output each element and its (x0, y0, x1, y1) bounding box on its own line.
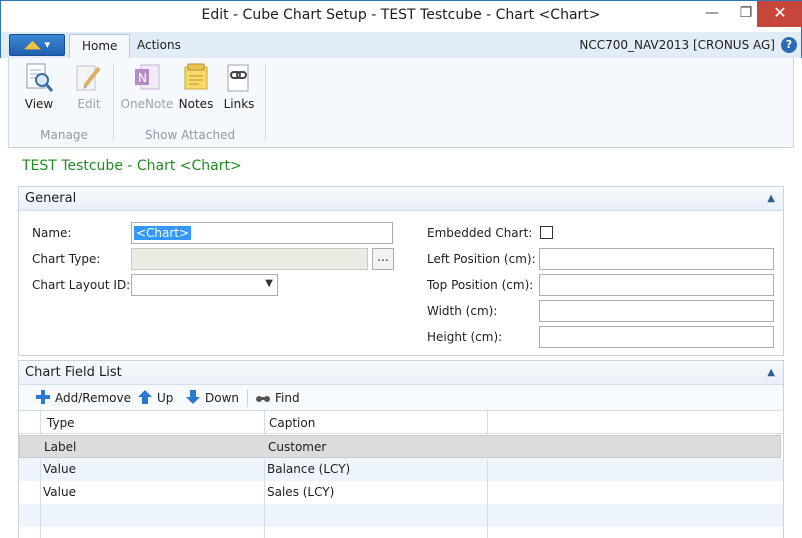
edit-icon (76, 65, 101, 91)
title-bar: Edit - Cube Chart Setup - TEST Testcube … (0, 0, 802, 32)
column-header-caption[interactable]: Caption (269, 416, 315, 430)
grid-divider (487, 411, 488, 538)
group-show-attached-label: Show Attached (144, 128, 236, 142)
find-button[interactable]: Find (255, 389, 300, 407)
grid-header-row: Type Caption (19, 411, 783, 434)
chart-layout-id-select[interactable]: ▼ (131, 274, 278, 296)
grid-divider (264, 411, 265, 538)
row-type: Value (43, 485, 76, 499)
general-header[interactable]: General ▲ (19, 187, 783, 211)
row-caption: Balance (LCY) (267, 462, 351, 476)
up-button[interactable]: Up (137, 389, 173, 407)
up-label: Up (157, 391, 174, 405)
binoculars-icon (256, 396, 270, 402)
onenote-button: N OneNote (119, 62, 175, 114)
chart-field-list-fasttab: Chart Field List ▲ Add/Remove Up Down Fi… (18, 360, 784, 538)
embedded-chart-checkbox[interactable] (540, 226, 553, 239)
svg-text:N: N (138, 71, 147, 85)
add-remove-button[interactable]: Add/Remove (35, 389, 131, 407)
collapse-icon[interactable]: ▲ (767, 361, 775, 384)
page-title: TEST Testcube - Chart <Chart> (22, 158, 242, 174)
ribbon: View Edit N OneNote Notes Links Manage S… (8, 58, 794, 148)
empty-row[interactable] (19, 504, 783, 527)
ribbon-separator (113, 64, 114, 140)
height-field[interactable] (539, 326, 774, 348)
table-row[interactable]: Value Balance (LCY) (19, 458, 783, 481)
height-label: Height (cm): (427, 330, 503, 344)
ribbon-tabs-bar: ◢◣ ▾ Home Actions NCC700_NAV2013 [CRONUS… (0, 32, 802, 58)
width-field[interactable] (539, 300, 774, 322)
notes-icon (184, 63, 208, 90)
chart-layout-id-label: Chart Layout ID: (32, 278, 131, 292)
embedded-chart-label: Embedded Chart: (427, 226, 533, 240)
find-label: Find (275, 391, 300, 405)
collapse-icon[interactable]: ▲ (767, 187, 775, 210)
row-type: Value (43, 462, 76, 476)
dynamics-logo-icon: ◢◣ (24, 38, 41, 51)
chevron-down-icon: ▼ (265, 278, 273, 289)
general-header-label: General (25, 191, 77, 206)
table-row[interactable]: Value Sales (LCY) (19, 481, 783, 504)
name-label: Name: (32, 226, 72, 240)
toolbar-separator (247, 389, 248, 407)
company-name: NCC700_NAV2013 [CRONUS AG] (579, 38, 775, 52)
add-icon (36, 390, 50, 404)
name-value: <Chart> (134, 226, 192, 240)
close-button[interactable]: ✕ (757, 1, 802, 27)
onenote-label: OneNote (120, 97, 174, 111)
general-fasttab: General ▲ Name: <Chart> Chart Type: ... … (18, 186, 784, 356)
table-row[interactable]: Label Customer (19, 435, 781, 458)
links-button[interactable]: Links (219, 62, 259, 114)
top-position-field[interactable] (539, 274, 774, 296)
down-button[interactable]: Down (185, 389, 239, 407)
chart-type-lookup-button[interactable]: ... (372, 248, 394, 270)
left-position-field[interactable] (539, 248, 774, 270)
grid-divider (40, 411, 41, 538)
tab-actions[interactable]: Actions (125, 34, 193, 58)
application-menu-button[interactable]: ◢◣ ▾ (9, 34, 65, 56)
left-position-label: Left Position (cm): (427, 252, 536, 266)
top-position-label: Top Position (cm): (427, 278, 534, 292)
window-title: Edit - Cube Chart Setup - TEST Testcube … (201, 7, 601, 23)
chart-type-field[interactable] (131, 248, 368, 270)
down-label: Down (205, 391, 240, 405)
field-list-toolbar: Add/Remove Up Down Find (19, 385, 783, 411)
column-header-type[interactable]: Type (47, 416, 75, 430)
add-remove-label: Add/Remove (55, 391, 131, 405)
group-manage-label: Manage (40, 128, 88, 142)
notes-label: Notes (178, 97, 214, 111)
minimize-button[interactable]: — (697, 1, 727, 27)
notes-button[interactable]: Notes (175, 62, 217, 114)
links-icon (227, 64, 249, 92)
view-label: View (24, 97, 54, 111)
arrow-up-icon (138, 390, 152, 404)
row-caption: Customer (268, 440, 327, 454)
width-label: Width (cm): (427, 304, 498, 318)
ribbon-separator (265, 64, 266, 140)
arrow-down-icon (186, 390, 200, 404)
chart-type-label: Chart Type: (32, 252, 101, 266)
help-icon[interactable]: ? (781, 37, 797, 53)
view-icon (26, 63, 54, 92)
edit-label: Edit (77, 97, 101, 111)
tab-home[interactable]: Home (69, 34, 131, 58)
name-field[interactable]: <Chart> (131, 222, 393, 244)
chevron-down-icon: ▾ (44, 38, 50, 51)
links-label: Links (223, 97, 255, 111)
onenote-icon: N (135, 64, 160, 90)
edit-button: Edit (67, 62, 111, 114)
view-button[interactable]: View (17, 62, 61, 114)
chart-field-list-header[interactable]: Chart Field List ▲ (19, 361, 783, 385)
chart-field-list-header-label: Chart Field List (25, 365, 122, 380)
row-caption: Sales (LCY) (267, 485, 335, 499)
row-type: Label (44, 440, 77, 454)
